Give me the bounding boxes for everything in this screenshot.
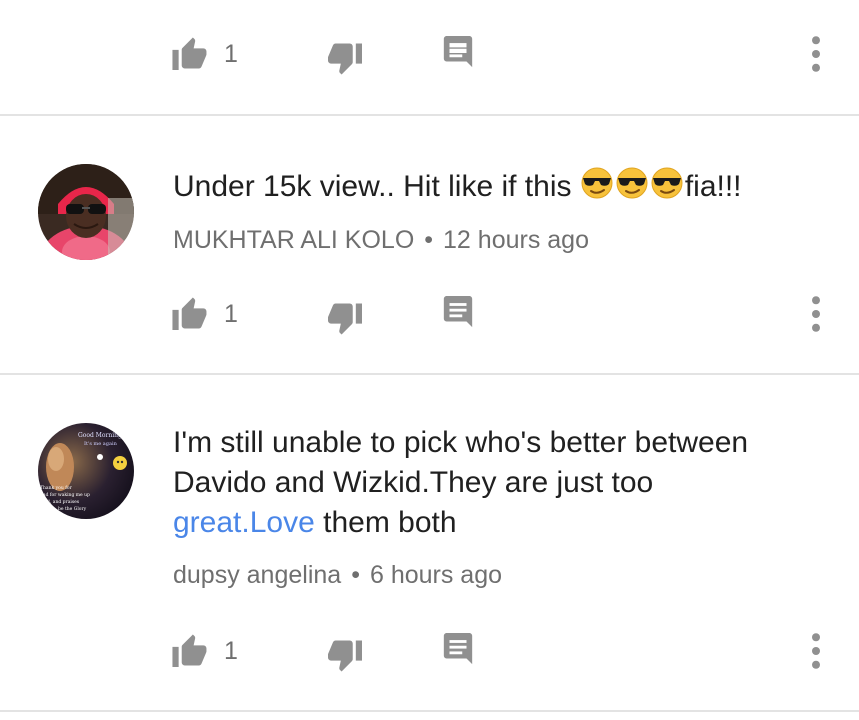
avatar-lettering: Good Morning: [78, 432, 122, 439]
dislike-button[interactable]: [326, 32, 366, 76]
comment-text-part: fia!!!: [684, 170, 742, 203]
comment-text: Under 15k view.. Hit like if this fia!!!: [173, 166, 833, 211]
comment-link[interactable]: great.Love: [173, 506, 315, 539]
reply-button[interactable]: [441, 292, 481, 336]
comment-item: Under 15k view.. Hit like if this fia!!!…: [0, 116, 859, 374]
comment-action-bar: 1: [0, 292, 859, 336]
comment-item: Good Morning It's me again Thank you for…: [0, 375, 859, 711]
avatar-lettering: be the Glory: [58, 506, 87, 512]
separator-dot: •: [424, 226, 434, 254]
reply-comment-icon: [443, 633, 473, 665]
avatar[interactable]: [38, 164, 134, 260]
comment-meta: MUKHTAR ALI KOLO • 12 hours ago: [173, 224, 589, 256]
comment-text-part: Under 15k view.. Hit like if this: [173, 170, 580, 203]
dislike-button[interactable]: [326, 292, 366, 336]
like-count: 1: [224, 40, 238, 68]
comment-meta: dupsy angelina • 6 hours ago: [173, 559, 502, 591]
like-button[interactable]: 1: [172, 292, 252, 336]
thumb-down-icon: [328, 43, 362, 75]
comment-text: I'm still unable to pick who's better be…: [173, 423, 833, 543]
separator-dot: •: [351, 561, 360, 589]
comment-action-bar: 1: [0, 629, 859, 673]
more-options-button[interactable]: [800, 292, 832, 336]
sunglasses-emoji-icon: [615, 166, 649, 211]
reply-button[interactable]: [441, 32, 481, 76]
user-photo: [38, 164, 134, 260]
dislike-button[interactable]: [326, 629, 366, 673]
comment-text-line: Davido and Wizkid.They are just too: [173, 466, 654, 499]
avatar-lettering: It's me again: [84, 441, 118, 447]
comment-item: 1: [0, 0, 859, 116]
divider: [0, 710, 859, 712]
like-button[interactable]: 1: [172, 629, 252, 673]
timestamp: 12 hours ago: [443, 226, 589, 254]
sunglasses-emoji-icon: [650, 166, 684, 211]
reply-comment-icon: [443, 36, 473, 68]
like-count: 1: [224, 300, 238, 328]
reply-button[interactable]: [441, 629, 481, 673]
user-photo: Good Morning It's me again Thank you for…: [38, 423, 134, 519]
more-vert-icon: [812, 296, 820, 332]
comment-action-bar: 1: [0, 32, 859, 76]
avatar-lettering: Thank you for: [40, 485, 73, 491]
like-button[interactable]: 1: [172, 32, 252, 76]
more-options-button[interactable]: [800, 629, 832, 673]
author-name[interactable]: dupsy angelina: [173, 561, 341, 589]
thumb-down-icon: [328, 640, 362, 672]
avatar-lettering: loud, and praises: [40, 499, 80, 505]
avatar-lettering: and for waking me up: [40, 492, 90, 498]
thumb-down-icon: [328, 303, 362, 335]
avatar[interactable]: Good Morning It's me again Thank you for…: [38, 423, 134, 519]
more-options-button[interactable]: [800, 32, 832, 76]
sunglasses-emoji-icon: [580, 166, 614, 211]
thumb-up-icon: [172, 37, 207, 70]
author-name[interactable]: MUKHTAR ALI KOLO: [173, 226, 414, 254]
more-vert-icon: [812, 633, 820, 669]
timestamp: 6 hours ago: [369, 561, 503, 589]
thumb-up-icon: [172, 634, 207, 667]
more-vert-icon: [812, 36, 820, 72]
like-count: 1: [224, 637, 238, 665]
thumb-up-icon: [172, 297, 207, 330]
comment-text-line: I'm still unable to pick who's better be…: [173, 426, 749, 459]
comment-text-part: them both: [314, 506, 457, 539]
reply-comment-icon: [443, 296, 473, 328]
